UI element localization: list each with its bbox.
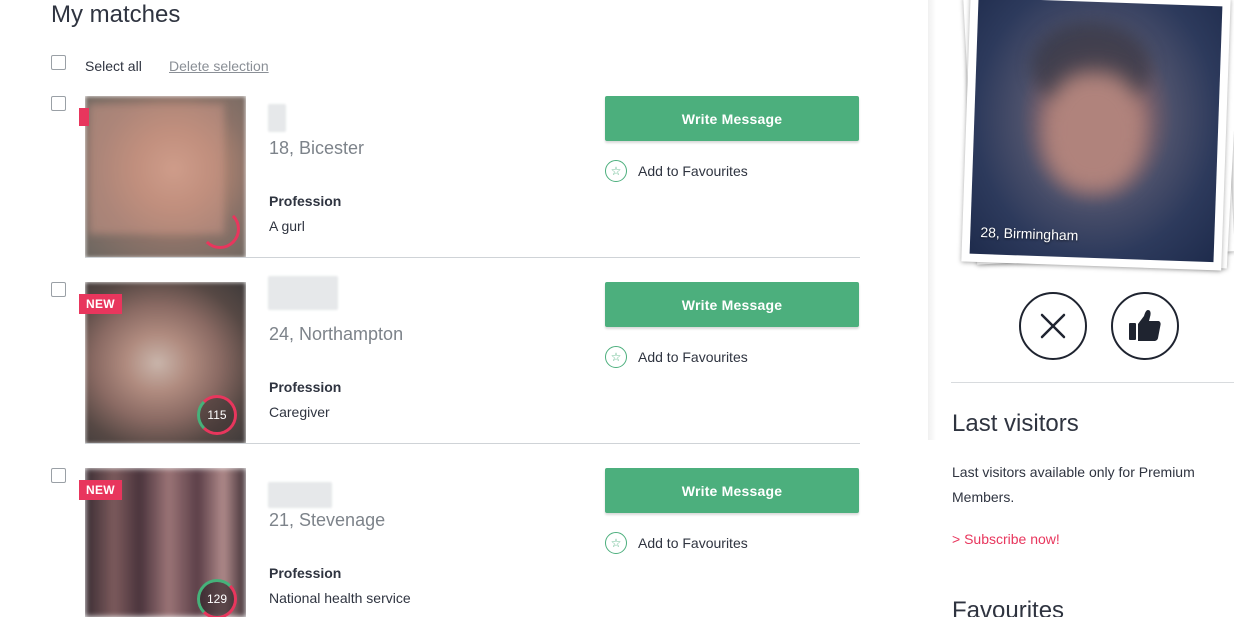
favourites-title: Favourites bbox=[952, 597, 1065, 617]
add-to-favourites-label: Add to Favourites bbox=[638, 163, 748, 179]
sidebar-edge bbox=[928, 0, 936, 440]
profession-label: Profession bbox=[269, 565, 342, 581]
swipe-card-stack: 28, Birmingham bbox=[960, 0, 1234, 280]
thumbs-up-icon bbox=[1129, 310, 1161, 341]
match-score bbox=[200, 209, 240, 249]
profession-value: Caregiver bbox=[269, 404, 330, 420]
write-message-button[interactable]: Write Message bbox=[605, 96, 859, 141]
match-checkbox[interactable] bbox=[51, 96, 66, 111]
new-badge bbox=[79, 108, 89, 126]
profession-value: National health service bbox=[269, 590, 411, 606]
row-divider bbox=[85, 257, 860, 258]
last-visitors-title: Last visitors bbox=[952, 410, 1079, 437]
add-to-favourites[interactable]: ☆ Add to Favourites bbox=[605, 346, 748, 368]
profile-name-blurred bbox=[268, 482, 332, 508]
match-checkbox[interactable] bbox=[51, 282, 66, 297]
star-icon: ☆ bbox=[605, 160, 627, 182]
add-to-favourites[interactable]: ☆ Add to Favourites bbox=[605, 532, 748, 554]
new-badge: NEW bbox=[79, 294, 122, 314]
write-message-button[interactable]: Write Message bbox=[605, 282, 859, 327]
match-score-value: 129 bbox=[200, 582, 234, 616]
swipe-card[interactable]: 28, Birmingham bbox=[961, 0, 1231, 271]
match-card: 18, Bicester Profession A gurl Write Mes… bbox=[50, 96, 860, 258]
add-to-favourites-label: Add to Favourites bbox=[638, 349, 748, 365]
add-to-favourites-label: Add to Favourites bbox=[638, 535, 748, 551]
age-city: 21, Stevenage bbox=[269, 510, 386, 530]
match-score: 129 bbox=[197, 579, 237, 617]
age-city: 24, Northampton bbox=[269, 324, 404, 344]
close-icon bbox=[1040, 313, 1066, 339]
select-all-checkbox[interactable] bbox=[51, 55, 66, 70]
new-badge: NEW bbox=[79, 480, 122, 500]
subscribe-link[interactable]: > Subscribe now! bbox=[952, 531, 1060, 547]
swipe-card-caption: 28, Birmingham bbox=[980, 224, 1079, 244]
select-all-label[interactable]: Select all bbox=[85, 58, 142, 74]
sidebar-divider bbox=[951, 382, 1234, 383]
match-checkbox[interactable] bbox=[51, 468, 66, 483]
profile-name-blurred bbox=[268, 104, 286, 132]
delete-selection-link[interactable]: Delete selection bbox=[169, 58, 269, 74]
premium-note: Last visitors available only for Premium… bbox=[952, 464, 1195, 505]
age-city: 18, Bicester bbox=[269, 138, 365, 158]
match-score: 115 bbox=[197, 395, 237, 435]
write-message-button[interactable]: Write Message bbox=[605, 468, 859, 513]
star-icon: ☆ bbox=[605, 346, 627, 368]
add-to-favourites[interactable]: ☆ Add to Favourites bbox=[605, 160, 748, 182]
profession-label: Profession bbox=[269, 193, 342, 209]
profile-name-blurred bbox=[268, 276, 338, 310]
profession-value: A gurl bbox=[269, 218, 305, 234]
star-icon: ☆ bbox=[605, 532, 627, 554]
match-card: NEW 129 21, Stevenage Profession Nationa… bbox=[50, 468, 860, 617]
match-card: NEW 115 24, Northampton Profession Careg… bbox=[50, 276, 860, 444]
profession-label: Profession bbox=[269, 379, 342, 395]
page-title: My matches bbox=[51, 1, 181, 28]
row-divider bbox=[85, 443, 860, 444]
match-score-value: 115 bbox=[200, 398, 234, 432]
dislike-button[interactable] bbox=[1019, 292, 1087, 360]
like-button[interactable] bbox=[1111, 292, 1179, 360]
swipe-card-photo: 28, Birmingham bbox=[969, 0, 1223, 263]
